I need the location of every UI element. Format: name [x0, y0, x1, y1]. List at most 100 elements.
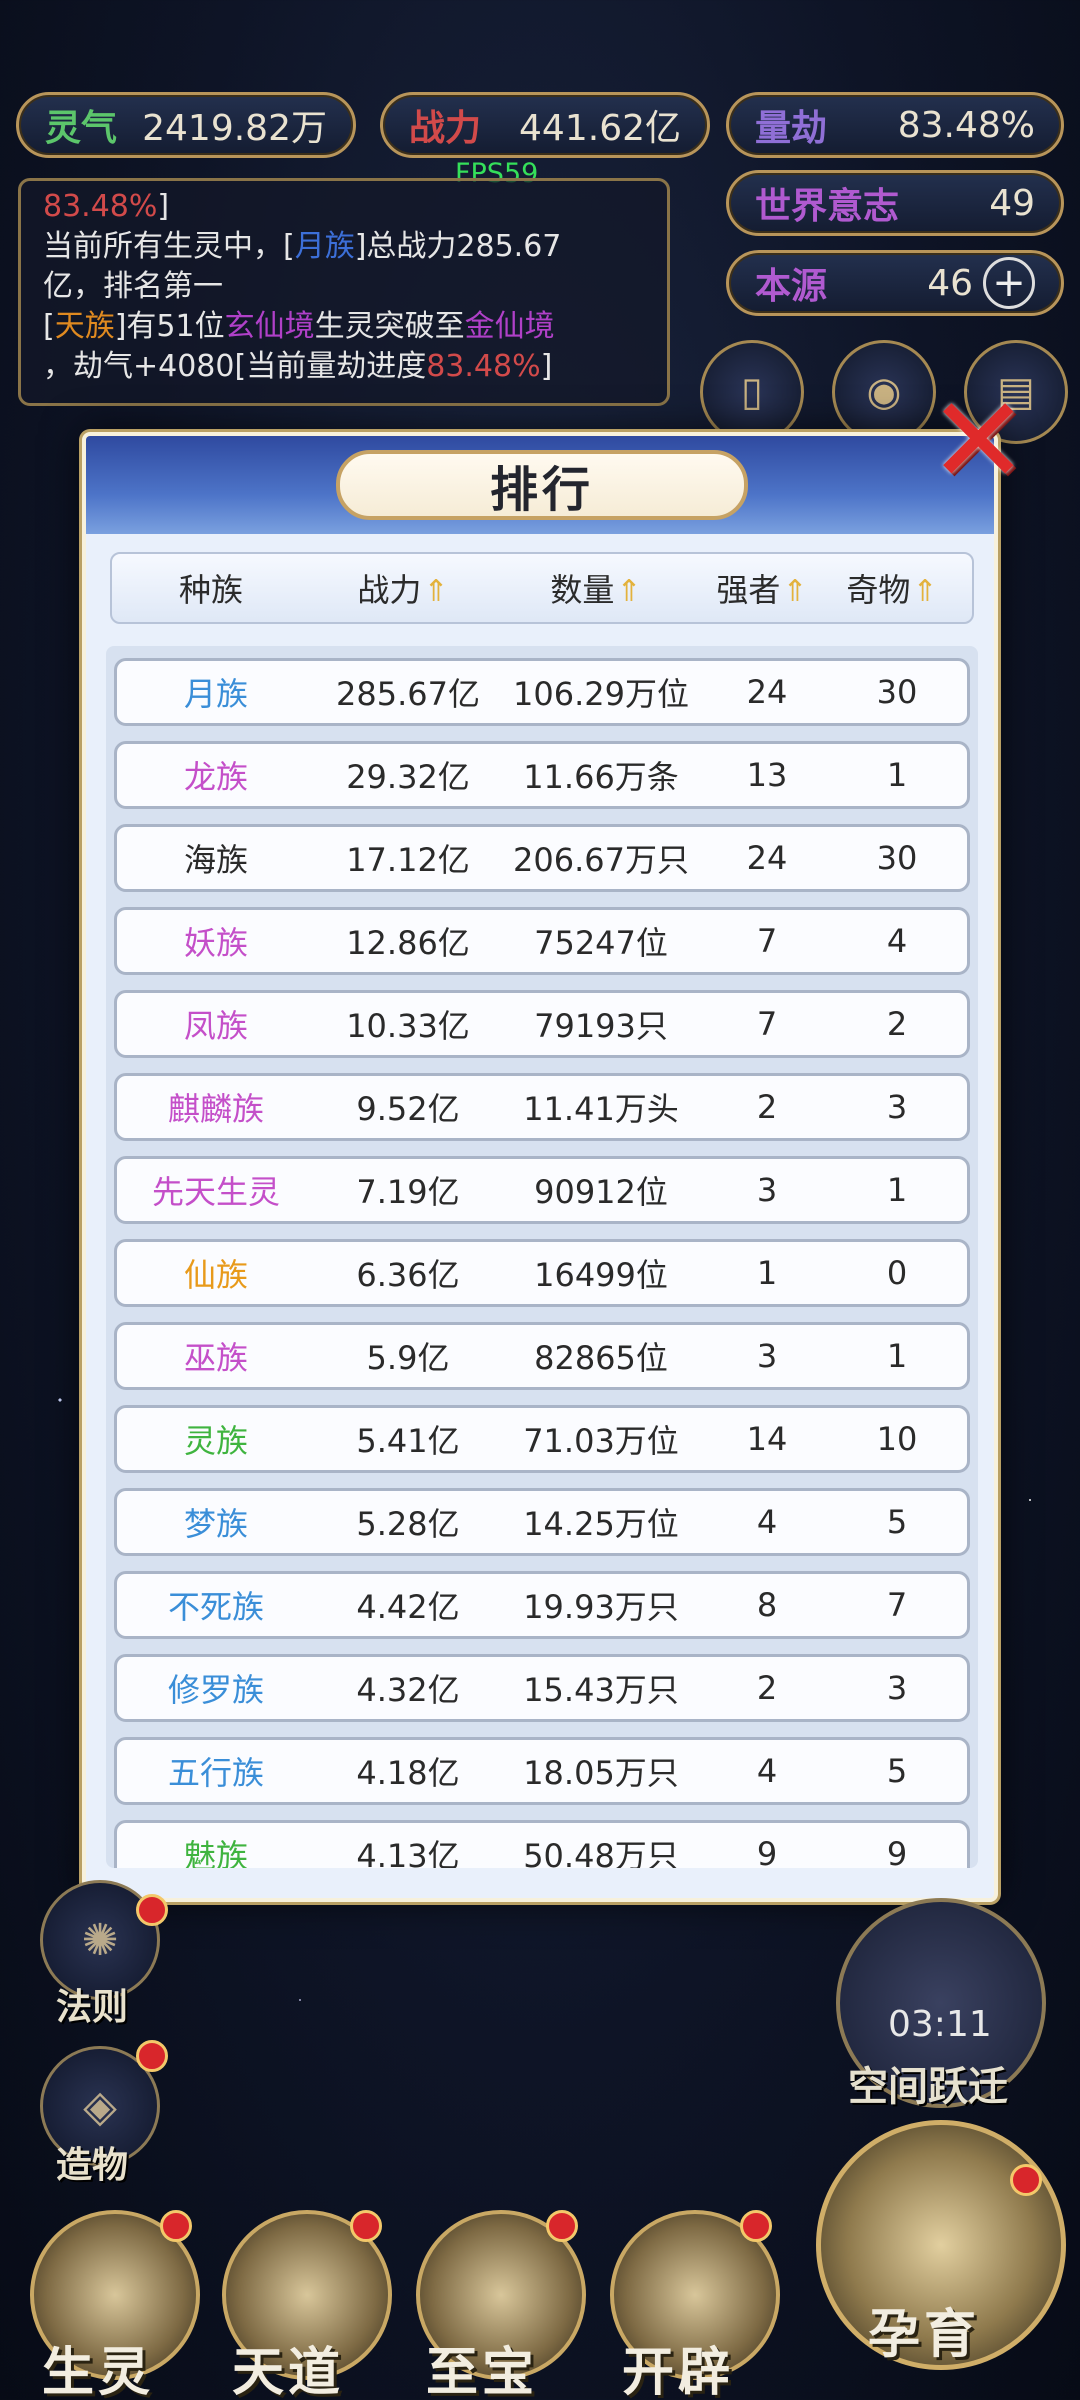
event-log-panel: 83.48%] 当前所有生灵中，[月族]总战力285.67 亿，排名第一 [天族…: [18, 178, 670, 406]
notice-line-2: 亿，排名第一: [43, 269, 223, 304]
scroll-icon[interactable]: ▯: [700, 340, 804, 444]
ranking-row[interactable]: 魅族 4.13亿 50.48万只 9 9: [114, 1820, 970, 1868]
count-cell: 16499位: [534, 1256, 668, 1294]
count-cell: 18.05万只: [523, 1754, 679, 1792]
benyuan-value: 46: [927, 262, 973, 304]
notice-realm: 金仙境: [464, 309, 555, 344]
ranking-row[interactable]: 不死族 4.42亿 19.93万只 8 7: [114, 1571, 970, 1639]
treasure-cell: 5: [886, 1503, 908, 1541]
race-cell: 灵族: [183, 1422, 248, 1460]
power-cell: 29.32亿: [346, 758, 470, 796]
nav-zhibao-label: 至宝: [426, 2343, 539, 2400]
race-cell: 月族: [183, 675, 248, 713]
power-cell: 10.33亿: [346, 1007, 470, 1045]
race-cell: 不死族: [167, 1588, 264, 1626]
space-jump-label: 空间跃迁: [848, 2064, 1008, 2110]
close-icon[interactable]: ✕: [928, 382, 1029, 502]
race-cell: 海族: [183, 841, 248, 879]
notification-dot: [546, 2210, 578, 2242]
ranking-row[interactable]: 灵族 5.41亿 71.03万位 14 10: [114, 1405, 970, 1473]
ranking-list[interactable]: 月族 285.67亿 106.29万位 24 30 龙族 29.32亿 11.66万条 13 1 海…: [106, 646, 978, 1868]
strong-cell: 1: [756, 1254, 778, 1292]
lingqi-value: 2419.82万: [142, 108, 327, 149]
notice-text: ，劫气+4080[当前量劫进度: [43, 349, 427, 384]
strong-cell: 14: [746, 1420, 788, 1458]
liangjie-value: 83.48%: [897, 104, 1035, 146]
race-cell: 仙族: [183, 1256, 248, 1294]
liangjie-stat: 量劫 83.48%: [726, 92, 1064, 158]
race-cell: 梦族: [183, 1505, 248, 1543]
treasure-cell: 3: [886, 1669, 908, 1707]
notice-race: 月族: [294, 229, 355, 264]
notification-dot: [740, 2210, 772, 2242]
nav-shengling-label: 生灵: [42, 2343, 155, 2400]
notice-race: 天族: [54, 309, 115, 344]
plus-icon[interactable]: +: [983, 257, 1035, 309]
treasure-cell: 1: [886, 756, 908, 794]
power-cell: 5.28亿: [356, 1505, 460, 1543]
treasure-cell: 9: [886, 1835, 908, 1868]
column-strong-sort[interactable]: 强者⇑: [696, 565, 828, 611]
race-cell: 妖族: [183, 924, 248, 962]
count-cell: 11.41万头: [523, 1090, 679, 1128]
race-cell: 修罗族: [167, 1671, 264, 1709]
race-cell: 魅族: [183, 1837, 248, 1868]
notice-bracket: ]: [157, 189, 170, 224]
ranking-row[interactable]: 仙族 6.36亿 16499位 1 0: [114, 1239, 970, 1307]
ranking-modal: 排行 种族 战力⇑ 数量⇑ 强者⇑ 奇物⇑ 月族 285.67亿 106.29万位 2…: [82, 432, 998, 1902]
strong-cell: 7: [756, 1005, 778, 1043]
notice-text: ]有51位: [114, 309, 225, 344]
column-count-sort[interactable]: 数量⇑: [496, 565, 696, 611]
strong-cell: 9: [756, 1835, 778, 1868]
power-cell: 9.52亿: [356, 1090, 460, 1128]
race-cell: 巫族: [183, 1339, 248, 1377]
treasure-cell: 10: [876, 1420, 918, 1458]
strong-cell: 7: [756, 922, 778, 960]
count-cell: 71.03万位: [523, 1422, 679, 1460]
strong-cell: 4: [756, 1503, 778, 1541]
benyuan-stat[interactable]: 本源 46 +: [726, 250, 1064, 316]
strong-cell: 2: [756, 1088, 778, 1126]
column-power-sort[interactable]: 战力⇑: [310, 565, 496, 611]
ranking-row[interactable]: 妖族 12.86亿 75247位 7 4: [114, 907, 970, 975]
power-cell: 5.9亿: [366, 1339, 450, 1377]
notice-line-4: ，劫气+4080[当前量劫进度83.48%]: [43, 347, 645, 387]
ranking-row[interactable]: 巫族 5.9亿 82865位 3 1: [114, 1322, 970, 1390]
count-cell: 15.43万只: [523, 1671, 679, 1709]
column-treasure-sort[interactable]: 奇物⇑: [828, 565, 956, 611]
notification-dot: [136, 1894, 168, 1926]
treasure-cell: 1: [886, 1337, 908, 1375]
orb-icon[interactable]: ◉: [832, 340, 936, 444]
strong-cell: 3: [756, 1337, 778, 1375]
notice-text: 生灵突破至: [314, 309, 465, 344]
power-cell: 6.36亿: [356, 1256, 460, 1294]
ranking-row[interactable]: 月族 285.67亿 106.29万位 24 30: [114, 658, 970, 726]
table-header: 种族 战力⇑ 数量⇑ 强者⇑ 奇物⇑: [110, 552, 974, 624]
sort-arrow-icon: ⇑: [616, 574, 642, 609]
notice-line-0: 83.48%]: [43, 187, 645, 227]
strong-cell: 8: [756, 1586, 778, 1624]
nav-tiandao-label: 天道: [232, 2343, 345, 2400]
count-cell: 11.66万条: [523, 758, 679, 796]
ranking-row[interactable]: 梦族 5.28亿 14.25万位 4 5: [114, 1488, 970, 1556]
ranking-row[interactable]: 凤族 10.33亿 79193只 7 2: [114, 990, 970, 1058]
sort-arrow-icon: ⇑: [423, 574, 449, 609]
strong-cell: 4: [756, 1752, 778, 1790]
faze-label: 法则: [56, 1987, 129, 2028]
ranking-row[interactable]: 先天生灵 7.19亿 90912位 3 1: [114, 1156, 970, 1224]
notification-dot: [160, 2210, 192, 2242]
shijie-label: 世界意志: [755, 186, 900, 227]
power-cell: 5.41亿: [356, 1422, 460, 1460]
ranking-row[interactable]: 海族 17.12亿 206.67万只 24 30: [114, 824, 970, 892]
count-cell: 82865位: [534, 1339, 668, 1377]
ranking-row[interactable]: 龙族 29.32亿 11.66万条 13 1: [114, 741, 970, 809]
modal-header: 排行: [86, 436, 994, 534]
ranking-row[interactable]: 麒麟族 9.52亿 11.41万头 2 3: [114, 1073, 970, 1141]
power-cell: 4.42亿: [356, 1588, 460, 1626]
zhanli-stat: 战力 441.62亿: [380, 92, 710, 158]
notification-dot: [350, 2210, 382, 2242]
notice-text: [: [43, 309, 55, 344]
ranking-row[interactable]: 五行族 4.18亿 18.05万只 4 5: [114, 1737, 970, 1805]
ranking-row[interactable]: 修罗族 4.32亿 15.43万只 2 3: [114, 1654, 970, 1722]
notice-line-3: [天族]有51位玄仙境生灵突破至金仙境: [43, 307, 645, 347]
